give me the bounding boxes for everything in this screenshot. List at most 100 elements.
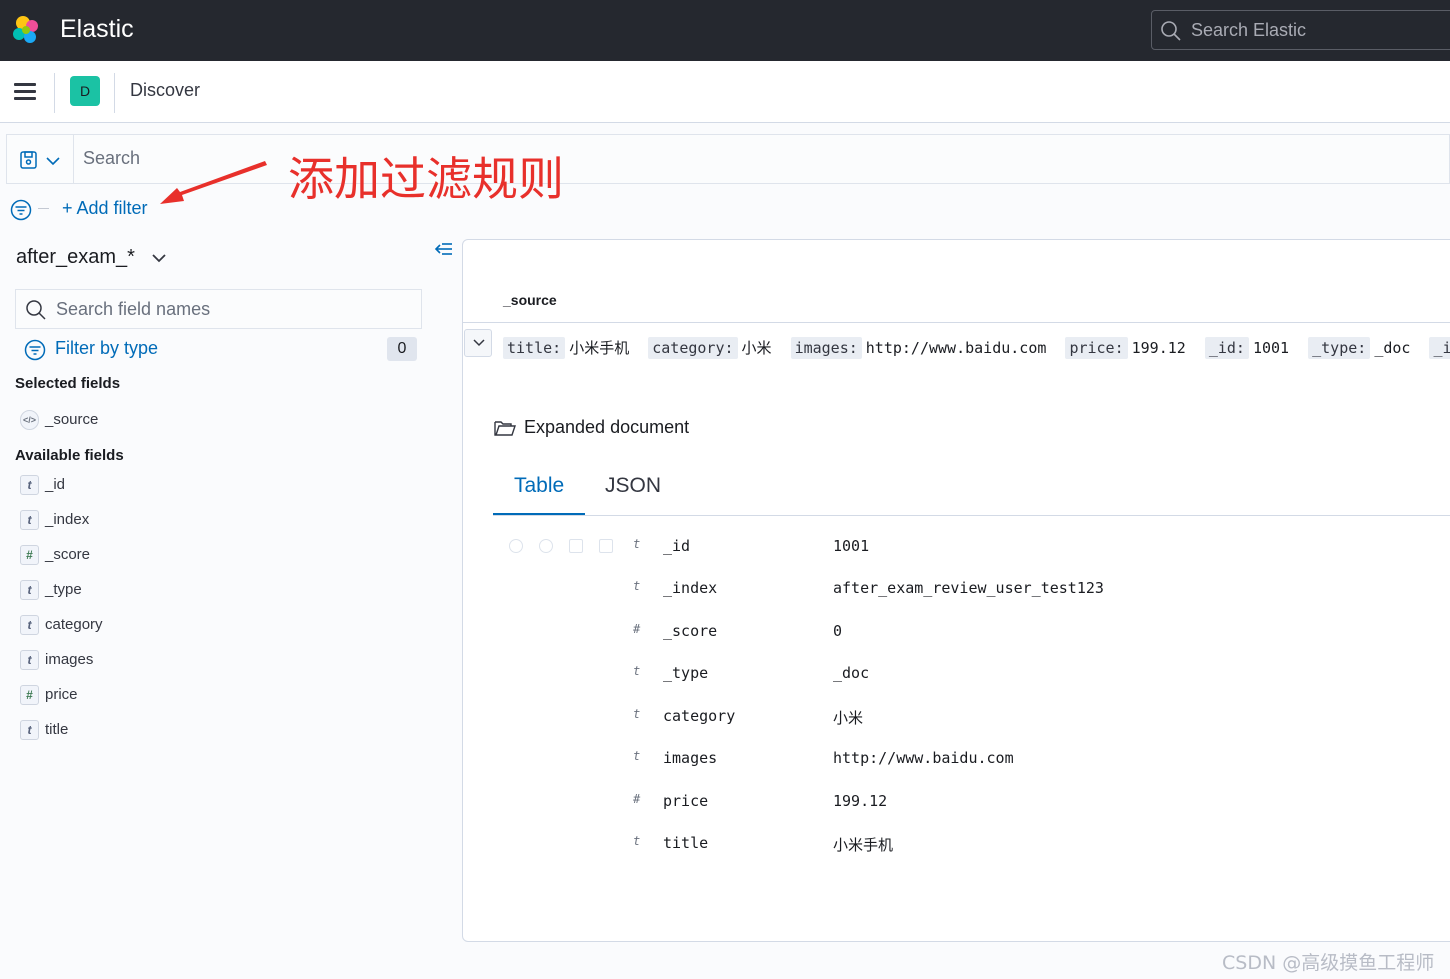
query-search-input[interactable]: Search bbox=[83, 148, 140, 169]
active-tab-indicator bbox=[493, 513, 585, 515]
field-name: category bbox=[45, 616, 103, 633]
folder-open-icon bbox=[494, 421, 516, 436]
string-type-icon: t bbox=[633, 537, 641, 551]
string-type-icon: t bbox=[633, 834, 641, 848]
zoom-in-icon[interactable] bbox=[509, 539, 523, 553]
field-item-index[interactable]: t _index bbox=[20, 510, 420, 530]
field-search-placeholder: Search field names bbox=[56, 299, 211, 319]
filter-exists-icon[interactable] bbox=[599, 539, 613, 553]
collapse-sidebar-icon[interactable] bbox=[434, 240, 454, 260]
field-item-price[interactable]: # price bbox=[20, 685, 420, 705]
field-key: _id bbox=[663, 537, 691, 555]
filter-by-type-label: Filter by type bbox=[55, 338, 159, 358]
table-row: # _score 0 bbox=[633, 622, 1433, 642]
chevron-down-icon[interactable] bbox=[151, 252, 167, 264]
number-type-icon: # bbox=[20, 545, 39, 565]
field-value: 1001 bbox=[833, 537, 870, 555]
expanded-title-text: Expanded document bbox=[524, 417, 690, 437]
string-type-icon: t bbox=[633, 579, 641, 593]
source-key: price: bbox=[1065, 337, 1128, 359]
source-key: _id: bbox=[1204, 337, 1249, 359]
field-key: _score bbox=[663, 622, 718, 640]
field-value: 199.12 bbox=[833, 792, 888, 810]
table-row: t _index after_exam_review_user_test123 bbox=[633, 579, 1433, 599]
field-key: title bbox=[663, 834, 709, 852]
chevron-down-icon bbox=[473, 339, 485, 347]
source-key: title: bbox=[503, 337, 566, 359]
field-key: category bbox=[663, 707, 736, 725]
search-icon bbox=[26, 300, 46, 320]
search-icon bbox=[1161, 21, 1181, 41]
zoom-out-icon[interactable] bbox=[539, 539, 553, 553]
field-value: _doc bbox=[833, 664, 870, 682]
field-item-type[interactable]: t _type bbox=[20, 580, 420, 600]
global-search-placeholder: Search Elastic bbox=[1191, 20, 1307, 40]
table-row: t title 小米手机 bbox=[633, 834, 1433, 854]
field-name: _id bbox=[45, 476, 66, 493]
tab-table[interactable]: Table bbox=[514, 474, 564, 498]
field-key: _type bbox=[663, 664, 709, 682]
column-header-source[interactable]: _source bbox=[503, 292, 557, 308]
field-item-id[interactable]: t _id bbox=[20, 475, 420, 495]
divider bbox=[38, 208, 49, 209]
table-row: t _type _doc bbox=[633, 664, 1433, 684]
app-title: Elastic bbox=[60, 15, 134, 43]
field-value: 小米 bbox=[833, 709, 864, 727]
string-type-icon: t bbox=[20, 650, 39, 670]
field-name: _type bbox=[45, 581, 82, 598]
annotation-label: 添加过滤规则 bbox=[288, 152, 564, 206]
string-type-icon: t bbox=[20, 615, 39, 635]
breadcrumb-discover[interactable]: Discover bbox=[130, 80, 200, 101]
table-row: # price 199.12 bbox=[633, 792, 1433, 812]
divider bbox=[54, 73, 55, 113]
save-icon bbox=[20, 151, 60, 169]
source-summary: title: 小米手机 category: 小米 images: http://www… bbox=[503, 337, 1450, 359]
source-key: category: bbox=[648, 337, 738, 359]
source-key: _index: bbox=[1429, 337, 1450, 359]
available-fields-title: Available fields bbox=[15, 447, 124, 464]
source-value: 小米手机 bbox=[569, 339, 630, 357]
number-type-icon: # bbox=[20, 685, 39, 705]
source-value: http://www.baidu.com bbox=[865, 339, 1047, 357]
filter-count-badge: 0 bbox=[387, 337, 417, 361]
field-key: price bbox=[663, 792, 709, 810]
saved-query-button[interactable] bbox=[7, 135, 74, 183]
field-value: after_exam_review_user_test123 bbox=[833, 579, 1104, 597]
divider bbox=[114, 73, 115, 113]
string-type-icon: t bbox=[633, 749, 641, 763]
field-value: http://www.baidu.com bbox=[833, 749, 1014, 767]
field-value: 0 bbox=[833, 622, 843, 640]
filter-icon[interactable] bbox=[10, 199, 32, 221]
field-search-input[interactable]: Search field names bbox=[15, 289, 422, 329]
space-avatar[interactable]: D bbox=[70, 76, 100, 106]
string-type-icon: t bbox=[20, 720, 39, 740]
string-type-icon: t bbox=[633, 664, 641, 678]
add-filter-link[interactable]: + Add filter bbox=[62, 198, 148, 219]
index-pattern-selector[interactable]: after_exam_* bbox=[16, 246, 135, 269]
global-search-input[interactable]: Search Elastic bbox=[1151, 10, 1450, 50]
elastic-logo-icon[interactable] bbox=[10, 14, 42, 46]
table-row: t _id 1001 bbox=[633, 537, 1433, 557]
string-type-icon: t bbox=[20, 580, 39, 600]
number-type-icon: # bbox=[633, 622, 641, 636]
field-item-source[interactable]: </> _source bbox=[20, 410, 420, 430]
field-item-score[interactable]: # _score bbox=[20, 545, 420, 565]
source-value: 1001 bbox=[1252, 339, 1290, 357]
watermark: CSDN @高级摸鱼工程师 bbox=[1222, 952, 1435, 974]
tab-json[interactable]: JSON bbox=[605, 474, 661, 498]
field-item-images[interactable]: t images bbox=[20, 650, 420, 670]
field-item-title[interactable]: t title bbox=[20, 720, 420, 740]
filter-icon bbox=[24, 339, 46, 361]
expand-row-button[interactable] bbox=[464, 329, 492, 357]
toggle-column-icon[interactable] bbox=[569, 539, 583, 553]
filter-by-type-button[interactable]: Filter by type 0 bbox=[24, 337, 424, 361]
menu-icon[interactable] bbox=[14, 83, 36, 101]
field-item-category[interactable]: t category bbox=[20, 615, 420, 635]
annotation-arrow-icon bbox=[160, 161, 267, 204]
source-value: _doc bbox=[1374, 339, 1411, 357]
source-key: images: bbox=[790, 337, 862, 359]
field-key: _index bbox=[663, 579, 718, 597]
field-name: _index bbox=[45, 511, 90, 528]
source-key: _type: bbox=[1308, 337, 1371, 359]
document-panel: _source title: 小米手机 category: 小米 images: ht… bbox=[462, 239, 1450, 942]
